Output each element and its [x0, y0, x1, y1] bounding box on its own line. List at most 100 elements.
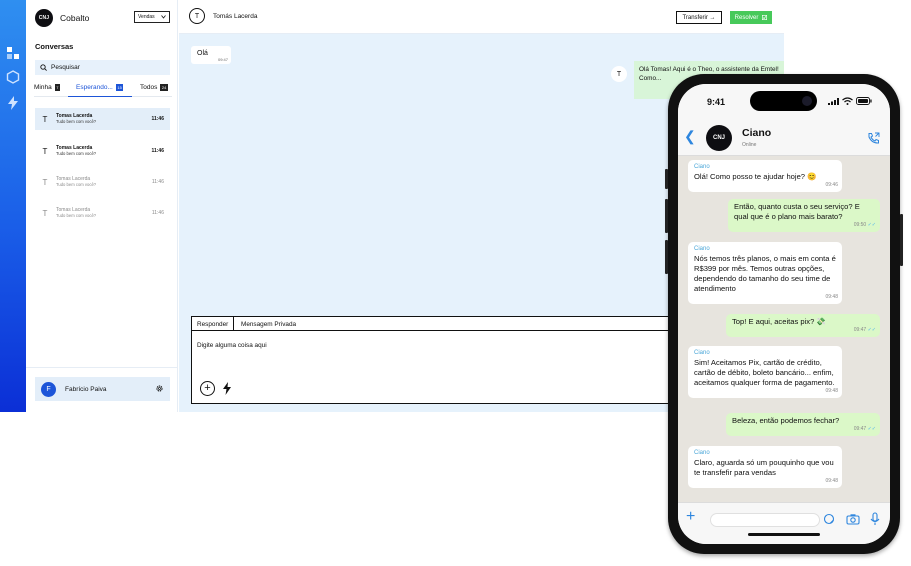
resolve-label: Resolver	[734, 14, 759, 21]
conversation-time: 11:46	[151, 148, 164, 154]
tab-count: 24	[160, 84, 168, 91]
bubble-time: 09:47	[853, 327, 867, 333]
incoming-message: Olá 09:47	[191, 46, 231, 64]
divider	[26, 367, 178, 368]
bubble-text: Então, quanto custa o seu serviço? E qua…	[734, 202, 860, 221]
home-indicator	[748, 533, 820, 536]
conversation-preview: Tudo bem com você?	[56, 151, 97, 156]
phone-message-field[interactable]	[710, 513, 820, 527]
back-icon[interactable]: ❮	[684, 128, 696, 145]
tab-label: Esperando...	[76, 84, 113, 91]
tab-esperando[interactable]: Esperando... 15	[76, 84, 124, 91]
conversation-preview: Tudo bem com você?	[56, 182, 97, 187]
phone-contact-name: Ciano	[742, 127, 772, 139]
section-title: Conversas	[35, 42, 74, 51]
chat-bubble-incoming: Ciano Claro, aguarda só um pouquinho que…	[688, 446, 842, 488]
status-clock: 9:41	[707, 97, 726, 107]
chat-bubble-incoming: Ciano Olá! Como posso te ajudar hoje? 😊 …	[688, 160, 842, 192]
conversation-avatar: T	[42, 114, 48, 124]
camera-icon[interactable]	[846, 512, 860, 526]
conversation-preview: Tudo bem com você?	[56, 119, 97, 124]
tab-count: 15	[115, 84, 124, 91]
phone-call-icon[interactable]	[867, 132, 880, 145]
phone-button	[900, 214, 903, 266]
bubble-text: Olá! Como posso te ajudar hoje? 😊	[694, 172, 817, 181]
conversation-item[interactable]: T Tomas Lacerda Tudo bem com você? 11:46	[35, 108, 170, 130]
double-check-icon: ✓✓	[867, 327, 876, 333]
signal-icon	[828, 97, 839, 105]
conversation-item[interactable]: T Tomas Lacerda Tudo bem com você? 11:46	[35, 171, 170, 193]
plus-icon[interactable]: +	[686, 509, 695, 525]
bubble-sender: Ciano	[694, 350, 710, 356]
tab-label: Todos	[140, 84, 158, 91]
icon-rail	[0, 0, 26, 412]
brand-name: Cobalto	[60, 13, 90, 23]
contact-name: Tomás Lacerda	[213, 13, 258, 20]
chat-bubble-outgoing: Beleza, então podemos fechar? 09:47 ✓✓	[726, 413, 880, 436]
department-select[interactable]: Vendas	[134, 11, 170, 23]
department-value: Vendas	[138, 14, 155, 20]
message-time: 09:47	[217, 57, 228, 62]
search-icon	[40, 64, 47, 71]
bolt-icon[interactable]	[222, 382, 232, 395]
battery-icon	[856, 97, 872, 105]
double-check-icon: ✓✓	[867, 426, 876, 432]
hexagon-icon[interactable]	[6, 70, 20, 84]
phone-contact-status: Online	[742, 142, 757, 148]
conversation-time: 11:46	[151, 179, 164, 185]
conversation-preview: Tudo bem com você?	[56, 213, 97, 218]
add-button[interactable]: +	[200, 381, 215, 396]
conversation-tabs: Minha 7 Esperando... 15 Todos 24	[34, 82, 172, 98]
bubble-time: 09:47	[853, 426, 867, 432]
avatar: F	[41, 381, 56, 397]
bubble-time: 09:48	[825, 388, 838, 394]
bubble-text: Beleza, então podemos fechar?	[732, 416, 840, 425]
conversation-sidebar: CNJ Cobalto Vendas Conversas Pesquisar M…	[26, 0, 178, 412]
chat-bubble-incoming: Ciano Nós temos três planos, o mais em c…	[688, 242, 842, 304]
tab-todos[interactable]: Todos 24	[140, 84, 168, 91]
chat-bubble-incoming: Ciano Sim! Aceitamos Pix, cartão de créd…	[688, 346, 842, 398]
check-icon	[762, 15, 768, 20]
sticker-icon[interactable]	[823, 512, 835, 526]
conversation-item[interactable]: T Tomas Lacerda Tudo bem com você? 11:46	[35, 140, 170, 162]
composer-tabs: Responder Mensagem Privada	[192, 317, 750, 331]
bolt-icon[interactable]	[6, 96, 20, 110]
message-input[interactable]: Digite alguma coisa aqui	[197, 342, 267, 349]
bubble-time: 09:50	[853, 222, 867, 228]
tab-responder[interactable]: Responder	[192, 317, 235, 331]
conversation-item[interactable]: T Tomas Lacerda Tudo bem com você? 11:46	[35, 202, 170, 224]
whatsapp-header: ❮ CNJ Ciano Online	[678, 118, 890, 156]
bubble-text: Top! E aqui, aceitas pix? 💸	[732, 317, 826, 326]
bubble-sender: Ciano	[694, 450, 710, 456]
status-bar: 9:41	[678, 84, 890, 118]
bubble-text: Claro, aguarda só um pouquinho que vou t…	[694, 458, 834, 477]
resolve-button[interactable]: Resolver	[730, 11, 772, 24]
bubble-time: 09:46	[825, 182, 838, 188]
chat-bubble-outgoing: Então, quanto custa o seu serviço? E qua…	[728, 199, 880, 232]
dynamic-island	[750, 91, 817, 111]
conversation-avatar: T	[42, 146, 48, 156]
double-check-icon: ✓✓	[867, 222, 876, 228]
conversation-time: 11:46	[151, 210, 164, 216]
chevron-down-icon	[161, 15, 166, 19]
search-input[interactable]: Pesquisar	[35, 60, 170, 75]
tab-mensagem-privada[interactable]: Mensagem Privada	[236, 317, 301, 331]
message-composer: Responder Mensagem Privada Digite alguma…	[191, 316, 751, 404]
conversation-avatar: T	[42, 177, 48, 187]
chat-bubble-outgoing: Top! E aqui, aceitas pix? 💸 09:47 ✓✓	[726, 314, 880, 337]
contact-logo: CNJ	[706, 125, 732, 151]
grid-icon[interactable]	[6, 46, 20, 60]
phone-mockup: 9:41 ❮ CNJ Ciano Online Ciano Olá! Como …	[665, 74, 903, 554]
agent-avatar: T	[611, 66, 627, 82]
current-user[interactable]: F Fabrício Paiva	[35, 377, 170, 401]
bubble-text: Sim! Aceitamos Pix, cartão de crédito, c…	[694, 358, 835, 387]
tab-minha[interactable]: Minha 7	[34, 84, 60, 91]
bubble-time: 09:48	[825, 294, 838, 300]
microphone-icon[interactable]	[869, 512, 881, 526]
search-placeholder: Pesquisar	[51, 64, 80, 71]
transfer-button[interactable]: Transferir →	[676, 11, 722, 24]
bubble-sender: Ciano	[694, 246, 710, 252]
phone-screen: 9:41 ❮ CNJ Ciano Online Ciano Olá! Como …	[678, 84, 890, 544]
contact-avatar: T	[189, 8, 205, 24]
gear-icon[interactable]	[155, 384, 164, 393]
